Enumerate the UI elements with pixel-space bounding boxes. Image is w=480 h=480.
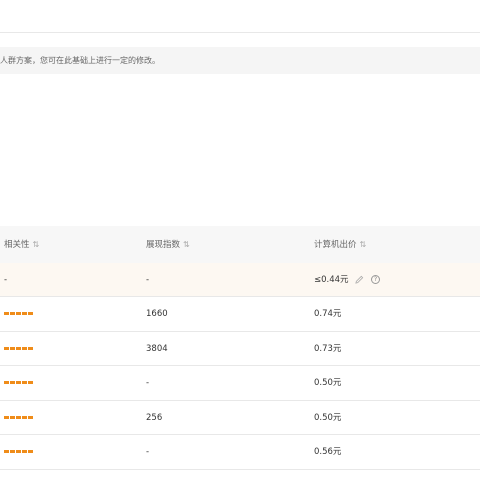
relevance-bar-segment [22,312,27,315]
cell-pc-bid: 0.74元 [314,309,342,319]
relevance-bar-segment [16,450,21,453]
relevance-bar-segment [28,450,33,453]
relevance-bar-segment [10,381,15,384]
notice-bar: 人群方案，您可在此基础上进行一定的修改。 [0,47,480,74]
relevance-bar-segment [22,415,27,419]
relevance-bar-segment [10,415,15,419]
header-relevance[interactable]: 相关性 ⇅ [4,226,40,264]
relevance-bar-segment [22,346,27,350]
relevance-bars [4,312,33,315]
pencil-icon[interactable] [355,275,364,284]
notice-text: 人群方案，您可在此基础上进行一定的修改。 [0,56,160,65]
cell-pc-bid: 0.56元 [314,447,342,457]
relevance-bar-segment [10,312,15,315]
table-row: 256 0.50元 [0,401,480,435]
table-row: - 0.56元 [0,435,480,470]
relevance-bar-segment [28,312,33,315]
table-row: 1660 0.74元 [0,297,480,332]
keyword-table: 相关性 ⇅ 展现指数 ⇅ 计算机出价 ⇅ - - ≤0.44元 ? 1660 0.74元… [0,226,480,470]
relevance-bars [4,381,33,384]
cell-pc-bid: 0.50元 [314,378,342,388]
relevance-bar-segment [16,346,21,350]
header-pc-bid[interactable]: 计算机出价 ⇅ [314,226,367,264]
relevance-bars [4,415,33,419]
relevance-bar-segment [4,346,9,350]
relevance-bars [4,450,33,453]
help-icon[interactable]: ? [370,275,380,284]
sort-icon[interactable]: ⇅ [360,240,367,249]
cell-pc-bid: 0.73元 [314,343,342,354]
table-header: 相关性 ⇅ 展现指数 ⇅ 计算机出价 ⇅ [0,226,480,263]
table-row: 3804 0.73元 [0,332,480,366]
relevance-bar-segment [4,450,9,453]
cell-impressions: 1660 [146,309,168,319]
header-impressions[interactable]: 展现指数 ⇅ [146,226,190,264]
cell-impressions: 256 [146,412,163,423]
relevance-bar-segment [28,346,33,350]
relevance-bar-segment [28,381,33,384]
cell-impressions: - [146,275,150,285]
relevance-bar-segment [16,312,21,315]
relevance-bar-segment [10,346,15,350]
relevance-bar-segment [10,450,15,453]
table-row: - 0.50元 [0,366,480,401]
cell-impressions: 3804 [146,343,168,354]
relevance-bars [4,346,33,350]
relevance-bar-segment [22,381,27,384]
table-row-batch: - - ≤0.44元 ? [0,263,480,297]
relevance-bar-segment [22,450,27,453]
sort-icon[interactable]: ⇅ [183,240,190,249]
top-strip [0,0,480,33]
sort-icon[interactable]: ⇅ [33,240,40,249]
relevance-bar-segment [4,415,9,419]
relevance-bar-segment [16,381,21,384]
cell-relevance: - [4,275,8,285]
cell-pc-bid: 0.50元 [314,412,342,423]
relevance-bar-segment [4,381,9,384]
cell-impressions: - [146,378,150,388]
relevance-bar-segment [16,415,21,419]
cell-pc-bid: ≤0.44元 ? [314,263,380,297]
relevance-bar-segment [28,415,33,419]
relevance-bar-segment [4,312,9,315]
cell-impressions: - [146,447,150,457]
